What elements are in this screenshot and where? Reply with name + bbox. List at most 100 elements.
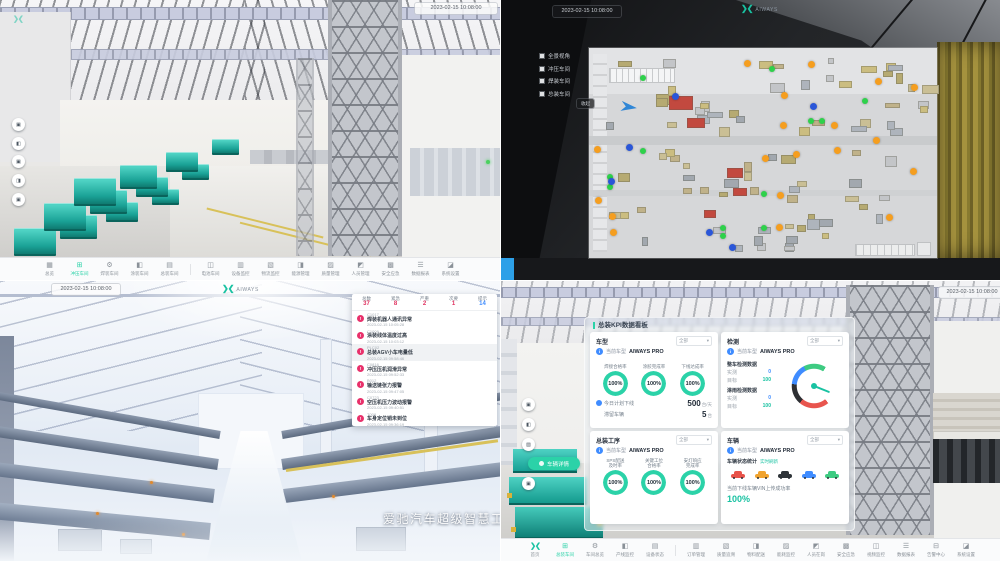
right-conveyor-band — [933, 439, 1000, 483]
alarm-bell-icon: ! — [357, 348, 364, 355]
toolbar-item-14[interactable]: ◪系统设置 — [436, 262, 466, 276]
machine-marker[interactable]: ▨ — [522, 438, 535, 451]
toolbar-item-icon: ▩ — [843, 543, 850, 551]
map-equipment-cluster — [819, 219, 833, 226]
toolbar-item-3[interactable]: ◧涂装车间 — [125, 262, 155, 276]
map-alert-cluster — [687, 118, 705, 128]
stat-row-2: 滞留车辆 5台 — [596, 410, 712, 419]
toolbar-item-4[interactable]: ▤设备状态 — [640, 543, 670, 557]
card-dropdown[interactable]: 全部▾ — [807, 336, 843, 346]
toolbar-item-6[interactable]: ◫电池车间 — [196, 262, 226, 276]
toolbar-item-4[interactable]: ▤总装车间 — [155, 262, 185, 276]
alarm-bell-icon: ! — [357, 332, 364, 339]
toolbar-item-7[interactable]: ▥设备监控 — [226, 262, 256, 276]
toolbar-item-icon: ▥ — [693, 543, 700, 551]
alarm-list-item-0[interactable]: !C1017焊装机器人通讯异常2023-02-15 10:05:28 — [352, 311, 497, 328]
alarm-list-item-3[interactable]: !C0816冲压压机润滑异常2023-02-15 09:52:33 — [352, 361, 497, 378]
alarm-list-item-1[interactable]: !C1009涂装线体温度过高2023-02-15 10:03:12 — [352, 328, 497, 345]
map-equipment-cluster — [770, 83, 785, 94]
toolbar-item-1[interactable]: ⊞冲压车间 — [65, 262, 95, 276]
toolbar-item-12[interactable]: ◫视频监控 — [861, 543, 891, 557]
map-layer-item-0[interactable]: 全景视角 — [539, 52, 570, 60]
toolbar-item-13[interactable]: ☰数据报表 — [406, 262, 436, 276]
map-layer-item-3[interactable]: 总装车间 — [539, 90, 570, 98]
machine-marker[interactable]: ◨ — [12, 174, 25, 187]
toolbar-item-label: 物料配送 — [747, 552, 765, 557]
machine-marker[interactable]: ▣ — [12, 193, 25, 206]
alarm-list-item-2[interactable]: !PLC02总装AGV小车电量低2023-02-15 09:58:46 — [352, 344, 497, 361]
alarm-tab-3[interactable]: 次要1 — [439, 294, 468, 310]
toolbar-item-11[interactable]: ▩安全应急 — [831, 543, 861, 557]
car-body — [731, 474, 745, 479]
toolbar-item-13[interactable]: ☰数据报表 — [891, 543, 921, 557]
toolbar-item-icon: ◪ — [963, 543, 970, 551]
toolbar-item-2[interactable]: ⚙车间总览 — [580, 543, 610, 557]
car-roof — [758, 471, 766, 475]
toolbar-item-8[interactable]: ◨物料配送 — [741, 543, 771, 557]
collapse-chip[interactable]: 收起 — [577, 99, 594, 108]
toolbar-item-14[interactable]: ⊟告警中心 — [921, 543, 951, 557]
machine-marker[interactable]: ▣ — [12, 155, 25, 168]
map-equipment-cluster — [839, 81, 852, 87]
toolbar-item-10[interactable]: ◩人员在岗 — [801, 543, 831, 557]
card-inspection: 检测 全部▾ i当前车型AIWAYS PRO 整车检测数据 实测0 目标100 … — [721, 332, 849, 428]
car-status-icon-2 — [778, 470, 792, 479]
right-rack-band — [933, 393, 1000, 431]
map-equipment-cluster — [618, 61, 632, 67]
alarm-list-item-4[interactable]: !B012输送链张力报警2023-02-15 09:47:05 — [352, 377, 497, 394]
gauge-value: 100% — [603, 371, 628, 396]
map-equipment-cluster — [876, 214, 883, 224]
checkbox-icon — [539, 53, 545, 59]
toolbar-item-label: 数据报表 — [897, 552, 915, 557]
machine-marker[interactable]: ◧ — [522, 418, 535, 431]
toolbar-item-12[interactable]: ▩安全应急 — [376, 262, 406, 276]
toolbar-item-11[interactable]: ◩人员管理 — [346, 262, 376, 276]
vehicle-detail-button[interactable]: 车辆详情 — [528, 457, 580, 470]
map-layer-label: 焊装车间 — [548, 77, 570, 85]
factory-floorplan-map[interactable] — [589, 48, 937, 258]
toolbar-item-0[interactable]: ❯❮首页 — [520, 543, 550, 557]
map-equipment-cluster — [700, 187, 709, 195]
alarm-tab-0[interactable]: 总数37 — [352, 294, 381, 310]
toolbar-item-10[interactable]: ▨质量管理 — [316, 262, 346, 276]
machine-marker[interactable]: ▣ — [522, 477, 535, 490]
toolbar-item-1[interactable]: ⊞总装车间 — [550, 543, 580, 557]
alarm-list-item-6[interactable]: !T008车身定位销未到位2023-02-15 09:36:19 — [352, 411, 497, 426]
toolbar-item-15[interactable]: ◪系统设置 — [951, 543, 981, 557]
vehicle-value: AIWAYS PRO — [760, 448, 795, 454]
toolbar-item-6[interactable]: ▥订单管理 — [681, 543, 711, 557]
alarm-tab-1[interactable]: 紧急8 — [381, 294, 410, 310]
toolbar-item-3[interactable]: ◧产线监控 — [610, 543, 640, 557]
toolbar-item-0[interactable]: ▦总览 — [35, 262, 65, 276]
toolbar-item-icon: ◫ — [207, 262, 214, 270]
warning-light-3 — [332, 495, 335, 498]
alarm-list-item-5[interactable]: !C0723空压机压力波动报警2023-02-15 09:40:51 — [352, 394, 497, 411]
alarm-text-column: C0723空压机压力波动报警2023-02-15 09:40:51 — [367, 396, 412, 410]
toolbar-item-label: 视频监控 — [867, 552, 885, 557]
map-equipment-cluster — [713, 227, 726, 233]
toolbar-item-2[interactable]: ⚙焊装车间 — [95, 262, 125, 276]
status-link[interactable]: 实时刷新 — [760, 459, 778, 465]
quadrant-hall-overview: ❯❮ ▣◧▣◨▣ 2023-02-15 10:08:00 ▦总览⊞冲压车间⚙焊装… — [0, 0, 500, 280]
map-equipment-cluster — [758, 227, 771, 233]
machine-marker[interactable]: ◧ — [12, 137, 25, 150]
alarm-tab-2[interactable]: 严重2 — [410, 294, 439, 310]
chevron-down-icon: ▾ — [707, 437, 709, 443]
card-dropdown[interactable]: 全部▾ — [807, 435, 843, 445]
vehicle-label: 当前车型 — [737, 447, 757, 454]
card-dropdown[interactable]: 全部▾ — [676, 435, 712, 445]
conveyor-machine — [120, 165, 157, 189]
map-layer-item-1[interactable]: 冲压车间 — [539, 65, 570, 73]
toolbar-item-9[interactable]: ▨能耗监控 — [771, 543, 801, 557]
machine-marker[interactable]: ▣ — [12, 118, 25, 131]
donut-gauge: 100% — [641, 371, 666, 396]
toolbar-item-8[interactable]: ▧物流监控 — [256, 262, 286, 276]
machine-marker[interactable]: ▣ — [522, 398, 535, 411]
toolbar-item-9[interactable]: ◨能源管理 — [286, 262, 316, 276]
map-equipment-cluster — [908, 84, 915, 93]
map-layer-item-2[interactable]: 焊装车间 — [539, 77, 570, 85]
card-dropdown[interactable]: 全部▾ — [676, 336, 712, 346]
toolbar-item-7[interactable]: ▧质量追溯 — [711, 543, 741, 557]
quadrant-conveyor-hall: 2023-02-15 10:08:00 ❯❮AIWAYS 总数37紧急8严重2次… — [0, 280, 500, 561]
alarm-tab-4[interactable]: 提示14 — [468, 294, 497, 310]
